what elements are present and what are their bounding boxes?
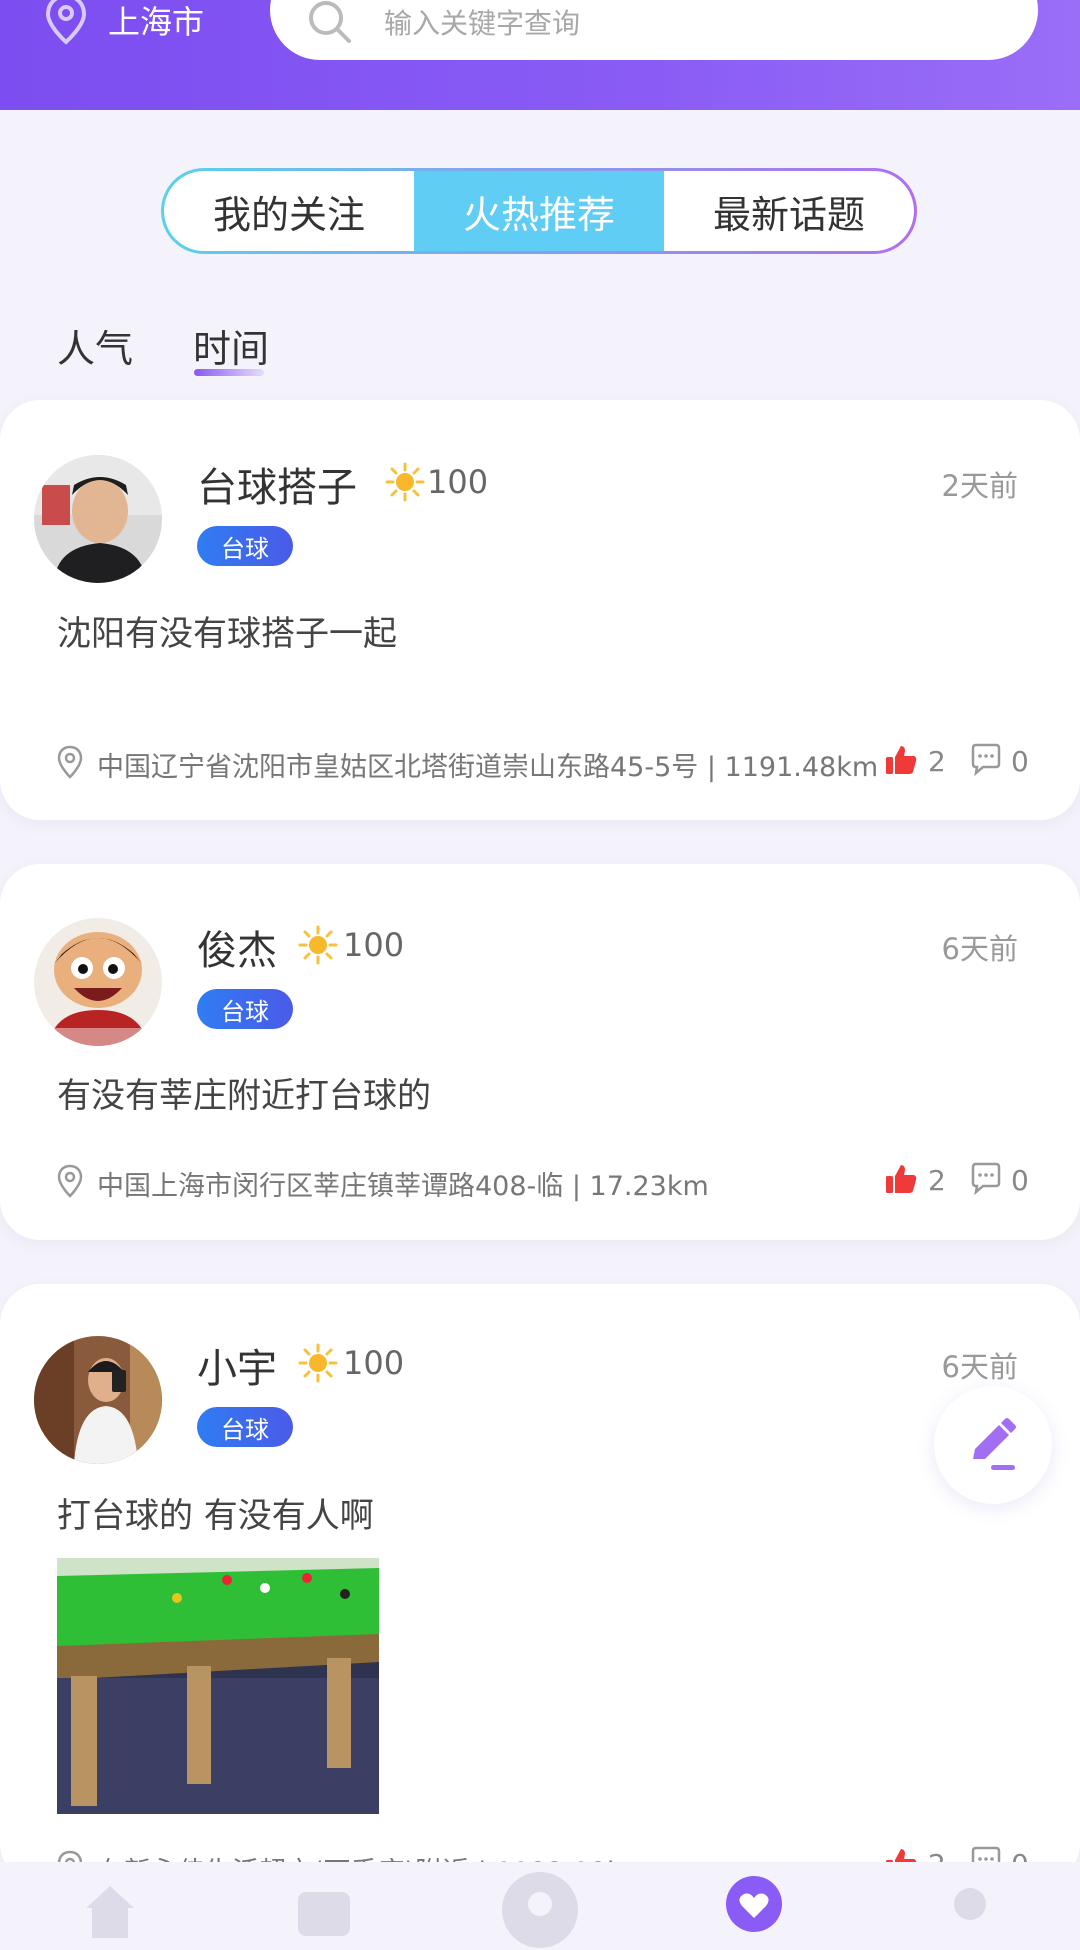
like-count: 2	[928, 745, 946, 778]
username[interactable]: 台球搭子	[197, 455, 357, 513]
username[interactable]: 俊杰	[197, 918, 277, 976]
search-icon	[309, 1, 351, 43]
sun-icon	[298, 1343, 338, 1383]
tab-my-follow[interactable]: 我的关注	[164, 171, 414, 251]
comment-icon[interactable]	[969, 742, 1003, 776]
post-card[interactable]: 小宇 100 6天前 台球 打台球的 有没有人啊 在新永佳生活超	[0, 1284, 1080, 1888]
post-content: 沈阳有没有球搭子一起	[57, 614, 397, 654]
topic-tag[interactable]: 台球	[197, 989, 293, 1029]
post-time: 6天前	[941, 1350, 1018, 1384]
user-score: 100	[343, 926, 405, 964]
avatar[interactable]	[34, 918, 162, 1046]
city-selector[interactable]: 上海市	[44, 0, 204, 48]
post-content: 打台球的 有没有人啊	[57, 1496, 374, 1536]
post-location: 中国辽宁省沈阳市皇姑区北塔街道崇山东路45-5号 | 1191.48km	[97, 752, 879, 783]
thumbs-up-icon[interactable]	[884, 743, 918, 777]
post-image[interactable]	[57, 1558, 379, 1814]
home-icon[interactable]	[80, 1882, 140, 1942]
sort-time[interactable]: 时间	[193, 318, 269, 373]
post-time: 6天前	[941, 932, 1018, 966]
tab-hot-recommend[interactable]: 火热推荐	[414, 171, 664, 251]
user-score: 100	[343, 1344, 405, 1382]
post-card[interactable]: 台球搭子 100 2天前 台球 沈阳有没有球搭子一起 中国辽宁省沈阳市皇姑区北塔…	[0, 400, 1080, 820]
user-score: 100	[427, 463, 489, 501]
profile-icon[interactable]	[940, 1882, 1000, 1942]
avatar[interactable]	[34, 1336, 162, 1464]
edit-pencil-icon	[973, 1418, 1016, 1470]
avatar[interactable]	[34, 455, 162, 583]
post-time: 2天前	[941, 469, 1018, 503]
search-bar[interactable]	[270, 0, 1038, 60]
thumbs-up-icon[interactable]	[884, 1162, 918, 1196]
location-pin-icon	[45, 0, 87, 45]
location-center-icon[interactable]	[500, 1870, 580, 1950]
sun-icon	[298, 925, 338, 965]
tab-latest-topics[interactable]: 最新话题	[664, 171, 914, 251]
like-count: 2	[928, 1164, 946, 1197]
search-input[interactable]	[382, 6, 946, 41]
location-pin-icon	[57, 1164, 83, 1198]
city-label: 上海市	[108, 3, 205, 41]
post-content: 有没有莘庄附近打台球的	[57, 1076, 431, 1116]
sort-active-indicator	[194, 369, 264, 376]
post-card[interactable]: 俊杰 100 6天前 台球 有没有莘庄附近打台球的 中国上海市闵行区莘庄镇莘谭路…	[0, 864, 1080, 1240]
sort-popularity[interactable]: 人气	[57, 318, 133, 373]
heart-icon[interactable]	[724, 1874, 784, 1934]
bottom-navigation	[0, 1862, 1080, 1948]
sun-icon	[385, 462, 425, 502]
post-location: 中国上海市闵行区莘庄镇莘谭路408-临 | 17.23km	[97, 1171, 709, 1202]
comment-count: 0	[1011, 745, 1029, 778]
create-post-button[interactable]	[934, 1386, 1052, 1504]
topic-tag[interactable]: 台球	[197, 1407, 293, 1447]
video-icon[interactable]	[294, 1882, 354, 1942]
comment-count: 0	[1011, 1164, 1029, 1197]
location-pin-icon	[57, 745, 83, 779]
username[interactable]: 小宇	[197, 1336, 277, 1394]
category-tabs: 我的关注 火热推荐 最新话题	[161, 168, 917, 254]
comment-icon[interactable]	[969, 1161, 1003, 1195]
top-header: 上海市	[0, 0, 1080, 110]
topic-tag[interactable]: 台球	[197, 526, 293, 566]
